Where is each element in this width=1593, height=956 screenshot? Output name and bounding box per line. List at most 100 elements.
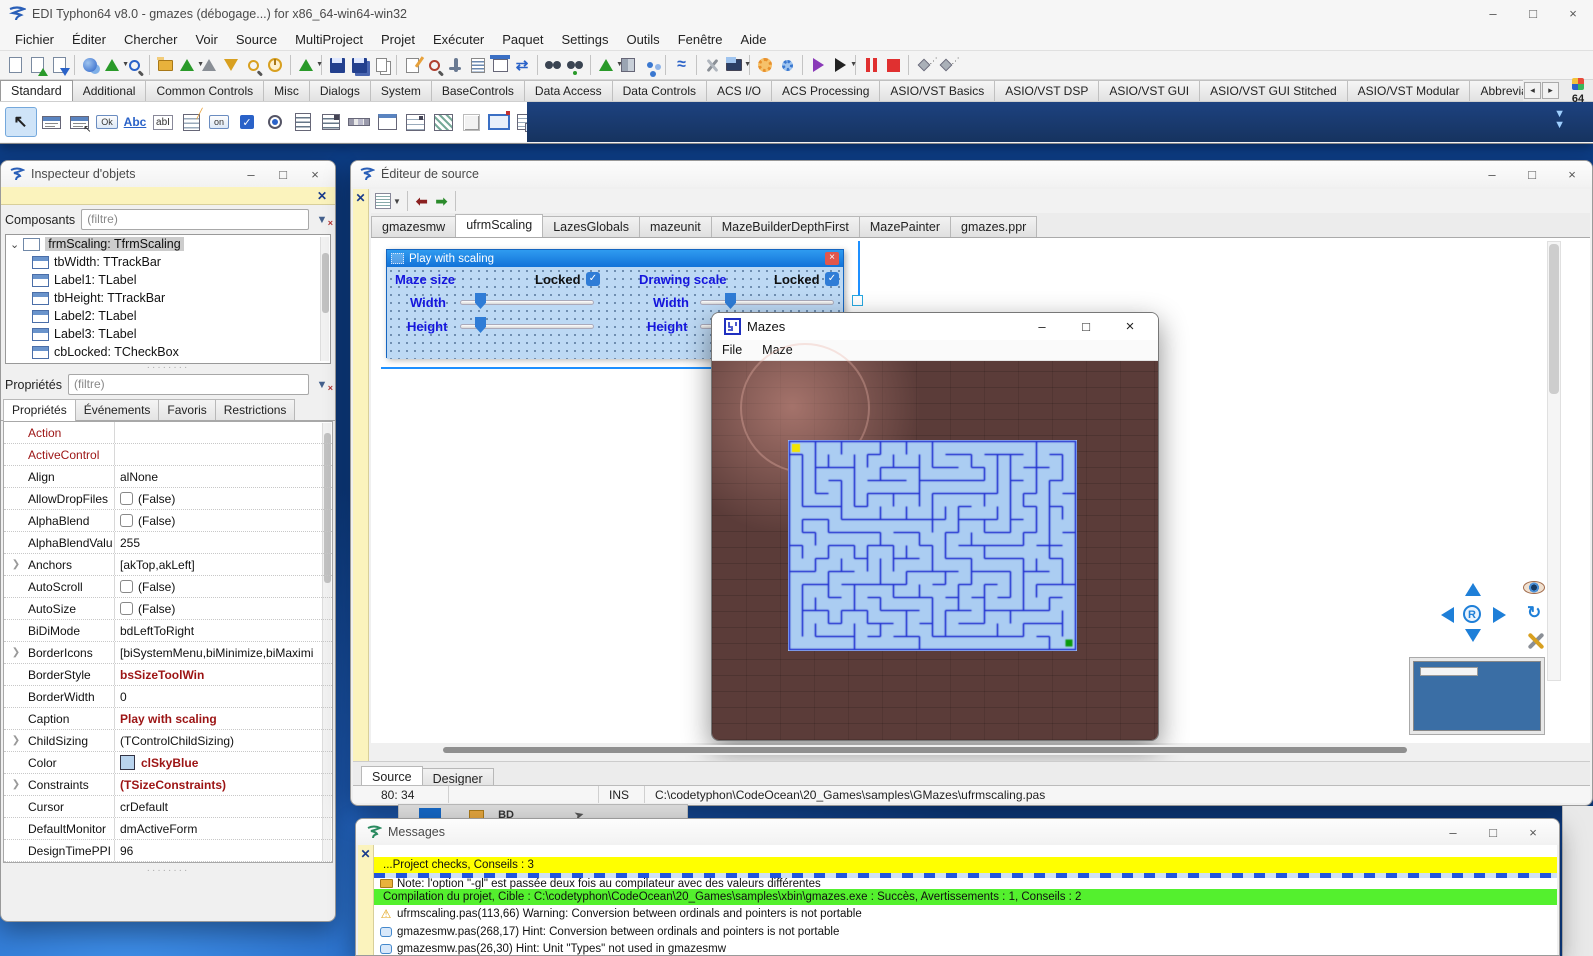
message-row[interactable]: gmazesmw.pas(268,17) Hint: Conversion be… bbox=[374, 923, 1557, 940]
load-package-icon[interactable] bbox=[221, 55, 241, 75]
property-value[interactable]: 255 bbox=[115, 536, 332, 550]
inspector-tab-propri-t-s[interactable]: Propriétés bbox=[3, 399, 76, 421]
new-unit-icon[interactable] bbox=[5, 55, 25, 75]
property-value[interactable]: 0 bbox=[115, 690, 332, 704]
property-value[interactable]: bsSizeToolWin bbox=[115, 668, 332, 682]
palette-tab-abbrevia[interactable]: Abbrevia bbox=[1469, 80, 1523, 101]
palette-tab-asio-vst-basics[interactable]: ASIO/VST Basics bbox=[879, 80, 995, 101]
menu-multiproject[interactable]: MultiProject bbox=[286, 30, 372, 49]
tcombobox-icon[interactable] bbox=[318, 107, 345, 137]
tree-item-label2[interactable]: Label2: TLabel bbox=[6, 307, 330, 325]
property-value[interactable]: [biSystemMenu,biMinimize,biMaximi bbox=[115, 646, 332, 660]
run-without-debugging-icon[interactable] bbox=[808, 55, 828, 75]
message-row[interactable]: Compilation du projet, Cible : C:\codety… bbox=[374, 889, 1557, 905]
minimize-button[interactable]: – bbox=[1472, 161, 1512, 187]
menu-éditer[interactable]: Éditer bbox=[63, 30, 115, 49]
change-build-mode-icon[interactable]: ▼ bbox=[296, 55, 316, 75]
file-tab-gmazes-ppr[interactable]: gmazes.ppr bbox=[950, 216, 1037, 237]
property-value[interactable]: clSkyBlue bbox=[115, 755, 332, 770]
property-value[interactable]: crDefault bbox=[115, 800, 332, 814]
menu-aide[interactable]: Aide bbox=[732, 30, 776, 49]
menu-settings[interactable]: Settings bbox=[552, 30, 617, 49]
expand-icon[interactable]: ❯ bbox=[4, 735, 28, 746]
navigate-back-icon[interactable]: ⬅ bbox=[416, 193, 428, 210]
property-row-autoscroll[interactable]: AutoScroll(False) bbox=[4, 576, 332, 598]
new-window-icon[interactable] bbox=[490, 55, 510, 75]
property-row-borderwidth[interactable]: BorderWidth0 bbox=[4, 686, 332, 708]
property-value[interactable]: (False) bbox=[115, 514, 332, 528]
editor-vertical-scrollbar[interactable] bbox=[1547, 241, 1561, 681]
property-row-childsizing[interactable]: ❯ChildSizing(TControlChildSizing) bbox=[4, 730, 332, 752]
close-button[interactable]: × bbox=[1513, 819, 1553, 845]
find-next-icon[interactable] bbox=[565, 55, 585, 75]
close-button[interactable]: × bbox=[299, 161, 331, 187]
recent-packages-icon[interactable] bbox=[265, 55, 285, 75]
tree-item-tbwidth[interactable]: tbWidth: TTrackBar bbox=[6, 253, 330, 271]
move-down-icon[interactable] bbox=[1465, 629, 1481, 642]
navigate-forward-icon[interactable]: ➡ bbox=[436, 193, 448, 210]
property-value[interactable]: (False) bbox=[115, 602, 332, 616]
property-row-alphablendvalu[interactable]: AlphaBlendValu255 bbox=[4, 532, 332, 554]
checkbox-icon[interactable] bbox=[120, 514, 133, 527]
install-package-icon[interactable] bbox=[199, 55, 219, 75]
property-row-borderstyle[interactable]: BorderStylebsSizeToolWin bbox=[4, 664, 332, 686]
eye-icon[interactable] bbox=[1523, 581, 1545, 594]
messages-title-bar[interactable]: Messages – □ × bbox=[356, 819, 1559, 845]
quick-options-icon[interactable] bbox=[777, 55, 797, 75]
inspector-tab-favoris[interactable]: Favoris bbox=[158, 399, 215, 420]
palette-tab-data-controls[interactable]: Data Controls bbox=[612, 80, 707, 101]
property-row-action[interactable]: Action bbox=[4, 422, 332, 444]
save-icon[interactable] bbox=[327, 55, 347, 75]
tgroupbox-icon[interactable] bbox=[374, 107, 401, 137]
maximize-button[interactable]: □ bbox=[1513, 0, 1553, 26]
close-button[interactable]: × bbox=[1552, 161, 1592, 187]
target-monitor-icon[interactable]: ▼ bbox=[724, 55, 744, 75]
close-button[interactable]: × bbox=[1553, 0, 1593, 26]
scale-width-trackbar[interactable] bbox=[700, 300, 834, 305]
message-row[interactable]: Note: l'option "-gl" est passée deux foi… bbox=[374, 878, 1557, 889]
mazes-app-window[interactable]: Mazes – □ × FileMaze bbox=[711, 312, 1159, 741]
property-row-defaultmonitor[interactable]: DefaultMonitordmActiveForm bbox=[4, 818, 332, 840]
trackbar-thumb[interactable] bbox=[475, 317, 486, 333]
palette-tab-data-access[interactable]: Data Access bbox=[524, 80, 613, 101]
stop-icon[interactable] bbox=[883, 55, 903, 75]
filter-funnel-icon[interactable]: ▼ bbox=[313, 379, 331, 391]
menu-outils[interactable]: Outils bbox=[617, 30, 668, 49]
inspector-tab-restrictions[interactable]: Restrictions bbox=[215, 399, 296, 420]
source-list-icon[interactable] bbox=[468, 55, 488, 75]
property-value[interactable]: 96 bbox=[115, 844, 332, 858]
property-row-bordericons[interactable]: ❯BorderIcons[biSystemMenu,biMinimize,biM… bbox=[4, 642, 332, 664]
open-package-icon[interactable] bbox=[155, 55, 175, 75]
trackbar-thumb[interactable] bbox=[475, 293, 486, 309]
checkbox-icon[interactable] bbox=[120, 602, 133, 615]
form-preview-thumbnail[interactable] bbox=[1409, 657, 1545, 735]
palette-tab-acs-processing[interactable]: ACS Processing bbox=[771, 80, 880, 101]
palette-tab-basecontrols[interactable]: BaseControls bbox=[431, 80, 525, 101]
tcheckbox-icon[interactable]: ✓ bbox=[234, 107, 261, 137]
file-tab-mazeunit[interactable]: mazeunit bbox=[639, 216, 712, 237]
file-tab-mazebuilderdepthfirst[interactable]: MazeBuilderDepthFirst bbox=[711, 216, 860, 237]
tscrollbar-icon[interactable] bbox=[346, 107, 373, 137]
tbutton-icon[interactable]: Ok bbox=[94, 107, 121, 137]
new-form-icon[interactable] bbox=[27, 55, 47, 75]
editor-horizontal-scrollbar[interactable] bbox=[439, 745, 1419, 755]
property-value[interactable]: (TControlChildSizing) bbox=[115, 734, 332, 748]
property-value[interactable]: (TSizeConstraints) bbox=[115, 778, 332, 792]
compile-settings-icon[interactable] bbox=[755, 55, 775, 75]
palette-tab-acs-i-o[interactable]: ACS I/O bbox=[706, 80, 772, 101]
property-value[interactable]: dmActiveForm bbox=[115, 822, 332, 836]
tcheckgroup-icon[interactable] bbox=[430, 107, 457, 137]
maximize-button[interactable]: □ bbox=[1473, 819, 1513, 845]
file-tab-mazepainter[interactable]: MazePainter bbox=[859, 216, 951, 237]
form-close-icon[interactable]: × bbox=[825, 252, 839, 265]
inspector-tab--v-nements[interactable]: Événements bbox=[75, 399, 160, 420]
palette-tab-common-controls[interactable]: Common Controls bbox=[145, 80, 264, 101]
property-row-anchors[interactable]: ❯Anchors[akTop,akLeft] bbox=[4, 554, 332, 576]
tree-item-tbheight[interactable]: tbHeight: TTrackBar bbox=[6, 289, 330, 307]
message-row[interactable]: gmazesmw.pas(26,30) Hint: Unit "Types" n… bbox=[374, 940, 1557, 956]
project-graph-icon[interactable] bbox=[640, 55, 660, 75]
package-search-icon[interactable] bbox=[243, 55, 263, 75]
tradiogroup-icon[interactable] bbox=[402, 107, 429, 137]
find-in-project-icon[interactable] bbox=[124, 55, 144, 75]
menu-paquet[interactable]: Paquet bbox=[493, 30, 552, 49]
